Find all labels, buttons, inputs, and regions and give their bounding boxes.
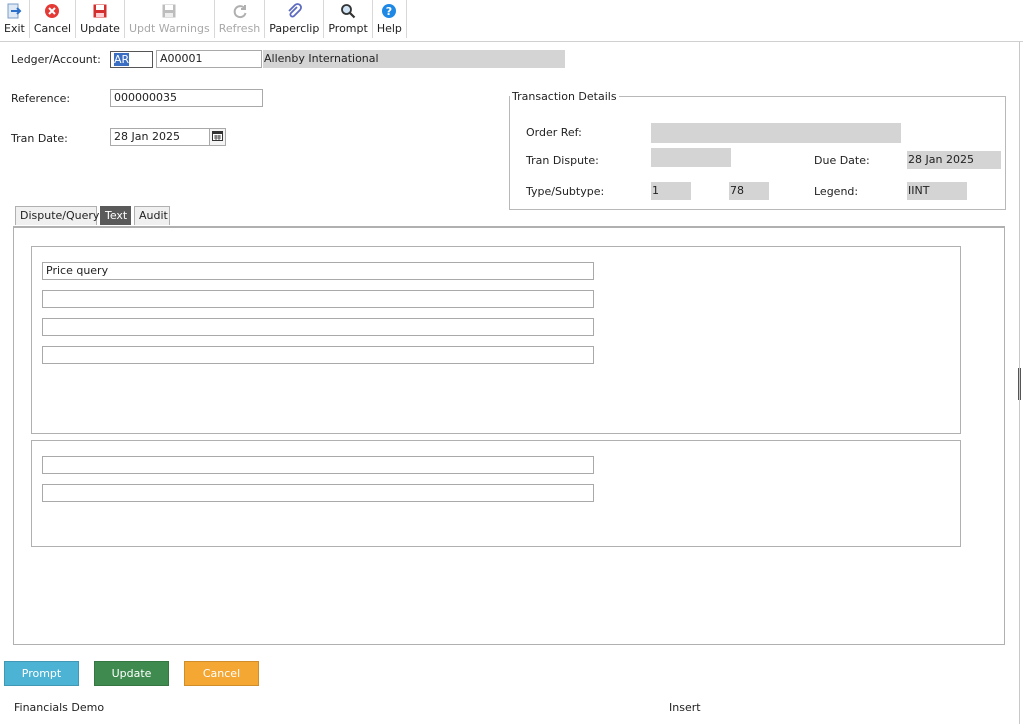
exit-button[interactable]: Exit xyxy=(0,0,30,38)
status-company: Financials Demo xyxy=(14,701,105,714)
cancel-button[interactable]: Cancel xyxy=(184,661,259,686)
cancel-toolbar-button[interactable]: Cancel xyxy=(30,0,77,38)
update-button[interactable]: Update xyxy=(94,661,169,686)
reference-input[interactable]: 000000035 xyxy=(110,89,263,107)
text-line-6[interactable] xyxy=(42,484,594,502)
updt-warnings-button[interactable]: Updt Warnings xyxy=(125,0,215,38)
paperclip-icon xyxy=(286,3,303,19)
refresh-label: Refresh xyxy=(218,22,261,35)
reference-label: Reference: xyxy=(11,92,71,105)
help-icon: ? xyxy=(381,3,397,19)
refresh-button[interactable]: Refresh xyxy=(215,0,266,38)
status-mode: Insert xyxy=(669,701,701,714)
prompt-toolbar-button[interactable]: Prompt xyxy=(324,0,373,38)
tab-dispute-query[interactable]: Dispute/Query xyxy=(15,206,99,225)
text-line-3[interactable] xyxy=(42,318,594,336)
tran-date-label: Tran Date: xyxy=(11,132,68,145)
exit-label: Exit xyxy=(4,22,25,35)
type-value: 1 xyxy=(651,182,691,200)
type-subtype-label: Type/Subtype: xyxy=(526,185,605,198)
exit-icon xyxy=(6,3,22,19)
due-date-value: 28 Jan 2025 xyxy=(907,151,1001,169)
magnifier-icon xyxy=(340,3,356,19)
text-line-5[interactable] xyxy=(42,456,594,474)
updt-warnings-label: Updt Warnings xyxy=(128,22,210,35)
tran-dispute-label: Tran Dispute: xyxy=(526,154,599,167)
tran-dispute-value xyxy=(651,148,731,167)
paperclip-button[interactable]: Paperclip xyxy=(265,0,325,38)
tran-date-input[interactable]: 28 Jan 2025 xyxy=(110,128,210,146)
refresh-icon xyxy=(232,3,248,19)
text-line-2[interactable] xyxy=(42,290,594,308)
due-date-label: Due Date: xyxy=(814,154,870,167)
tab-text[interactable]: Text xyxy=(100,206,131,225)
ledger-value: AR xyxy=(114,53,130,66)
legend-value: IINT xyxy=(907,182,967,200)
calendar-icon xyxy=(212,130,223,144)
toolbar: Exit Cancel Update Updt Warnings Refresh… xyxy=(0,0,1023,42)
subtype-value: 78 xyxy=(729,182,769,200)
save-icon xyxy=(92,3,108,19)
prompt-button[interactable]: Prompt xyxy=(4,661,79,686)
account-name: Allenby International xyxy=(263,50,565,68)
text-line-4[interactable] xyxy=(42,346,594,364)
text-line-1[interactable]: Price query xyxy=(42,262,594,280)
tab-audit[interactable]: Audit xyxy=(134,206,170,225)
help-label: Help xyxy=(376,22,402,35)
account-input[interactable]: A00001 xyxy=(156,50,262,68)
legend-label: Legend: xyxy=(814,185,859,198)
help-button[interactable]: ? Help xyxy=(373,0,407,38)
order-ref-label: Order Ref: xyxy=(526,126,582,139)
save-warnings-icon xyxy=(161,3,177,19)
order-ref-value xyxy=(651,123,901,143)
cancel-label: Cancel xyxy=(33,22,72,35)
cancel-icon xyxy=(44,3,60,19)
calendar-button[interactable] xyxy=(209,128,226,146)
paperclip-label: Paperclip xyxy=(269,22,320,35)
update-toolbar-button[interactable]: Update xyxy=(76,0,125,38)
splitter-handle[interactable] xyxy=(1018,368,1021,400)
update-label: Update xyxy=(80,22,120,35)
transaction-details-title: Transaction Details xyxy=(510,90,619,103)
ledger-account-label: Ledger/Account: xyxy=(11,53,101,66)
prompt-label: Prompt xyxy=(328,22,368,35)
svg-text:?: ? xyxy=(386,5,392,18)
ledger-input[interactable]: AR xyxy=(110,51,153,68)
